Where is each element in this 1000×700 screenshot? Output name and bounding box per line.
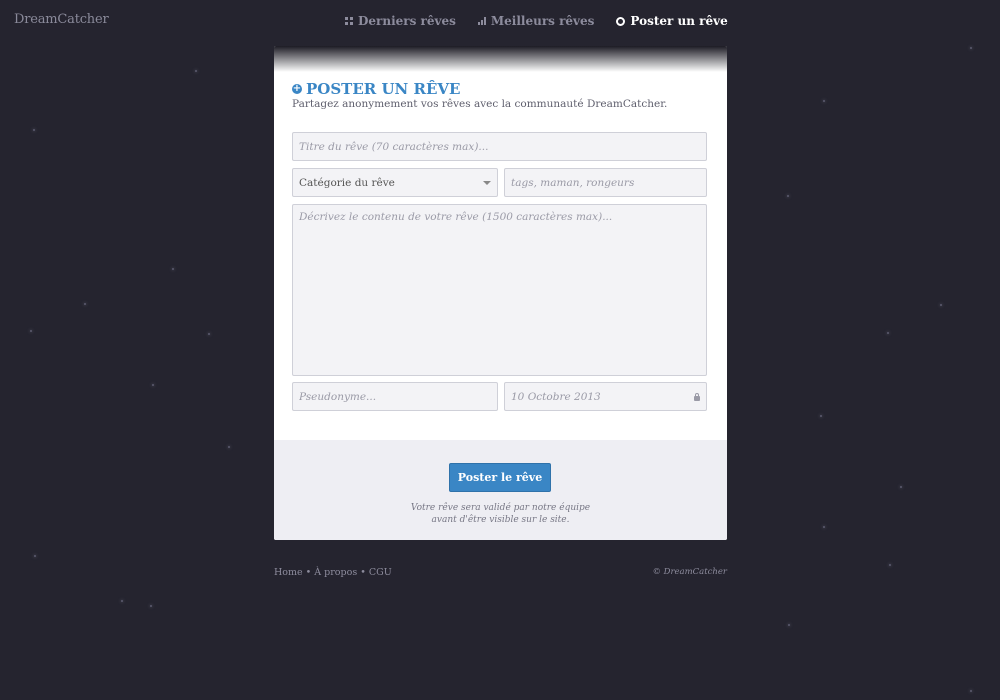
form-subtitle: Partagez anonymement vos rêves avec la c… (292, 98, 668, 110)
footer-link-a-propos[interactable]: À propos (314, 567, 357, 578)
nav-item-label: Derniers rêves (358, 14, 456, 28)
star (34, 555, 36, 557)
star (889, 564, 891, 566)
star (900, 486, 902, 488)
post-dream-card: + POSTER UN RÊVE Partagez anonymement vo… (274, 46, 727, 540)
validation-note-line2: avant d'être visible sur le site. (431, 515, 570, 525)
caret-down-icon (483, 180, 491, 185)
date-value: 10 Octobre 2013 (511, 390, 601, 403)
footer-separator: • (357, 567, 369, 578)
date-field: 10 Octobre 2013 (504, 382, 707, 411)
circle-icon (616, 16, 626, 26)
copyright: © DreamCatcher (652, 567, 727, 577)
plus-circle-icon: + (292, 83, 302, 94)
post-dream-button[interactable]: Poster le rêve (449, 463, 551, 492)
category-select-value: Catégorie du rêve (299, 176, 395, 189)
footer-separator: • (302, 567, 315, 578)
star (787, 195, 789, 197)
footer-links: Home • À propos • CGU (274, 567, 392, 578)
bar-chart-icon (477, 17, 486, 25)
footer-link-home[interactable]: Home (274, 567, 303, 578)
star (121, 600, 123, 602)
star (823, 526, 825, 528)
card-top-shadow (274, 46, 727, 72)
tags-input[interactable] (504, 168, 707, 197)
star (172, 268, 174, 270)
star (195, 70, 197, 72)
star (970, 47, 972, 49)
nav-item-poster-un-reve[interactable]: Poster un rêve (616, 14, 728, 28)
star (788, 624, 790, 626)
nav-item-label: Meilleurs rêves (490, 14, 595, 28)
star (940, 304, 942, 306)
nav-item-meilleurs-reves[interactable]: Meilleurs rêves (477, 14, 595, 28)
star (228, 446, 230, 448)
star (150, 605, 152, 607)
dream-description-textarea[interactable] (292, 204, 707, 376)
validation-note-line1: Votre rêve sera validé par notre équipe (410, 503, 591, 513)
star (887, 332, 889, 334)
validation-note: Votre rêve sera validé par notre équipe … (274, 502, 727, 526)
star (823, 100, 825, 102)
star (820, 415, 822, 417)
main-nav: Derniers rêves Meilleurs rêves Poster un… (345, 14, 728, 28)
star (970, 690, 972, 692)
nav-item-derniers-reves[interactable]: Derniers rêves (345, 14, 456, 28)
category-select[interactable]: Catégorie du rêve (292, 168, 498, 197)
footer-link-cgu[interactable]: CGU (369, 567, 392, 578)
star (152, 384, 154, 386)
star (84, 303, 86, 305)
pseudonym-input[interactable] (292, 382, 498, 411)
dream-title-input[interactable] (292, 132, 707, 161)
star (33, 129, 35, 131)
star (30, 330, 32, 332)
site-logo[interactable]: DreamCatcher (14, 12, 109, 27)
star (208, 333, 210, 335)
grid-icon (345, 17, 353, 25)
nav-item-label: Poster un rêve (630, 14, 728, 28)
form-title: + POSTER UN RÊVE (292, 80, 460, 98)
lock-icon (694, 392, 700, 401)
form-title-text: POSTER UN RÊVE (306, 80, 461, 98)
card-footer: Poster le rêve Votre rêve sera validé pa… (274, 440, 727, 540)
